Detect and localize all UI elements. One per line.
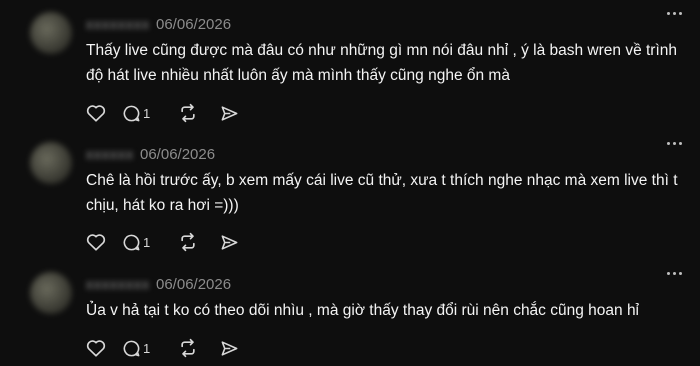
heart-icon [86, 340, 106, 357]
repost-icon [181, 103, 195, 123]
comment-header: xxxxxxxx 06/06/2026 [86, 12, 231, 36]
username[interactable]: xxxxxx [86, 146, 134, 162]
heart-icon [86, 234, 106, 251]
reply-button[interactable]: 1 [122, 104, 178, 123]
comment-text: Thấy live cũng được mà đâu có như những … [86, 42, 678, 84]
repost-button[interactable] [178, 338, 220, 358]
reply-count: 1 [143, 105, 151, 121]
comment-header: xxxxxxxx 06/06/2026 [86, 272, 231, 296]
comment-date: 06/06/2026 [156, 15, 232, 33]
comment-text: Chê là hồi trước ấy, b xem mấy cái live … [86, 172, 678, 214]
comment-text: Ủa v hả tại t ko có theo dõi nhìu , mà g… [86, 302, 640, 319]
username[interactable]: xxxxxxxx [86, 276, 150, 292]
comment-bubble-icon [123, 340, 140, 356]
share-button[interactable] [220, 339, 250, 358]
send-icon [221, 340, 238, 356]
comment-bubble-icon [123, 105, 140, 121]
like-button[interactable] [86, 233, 122, 251]
send-icon [221, 234, 238, 250]
comment-bubble-icon [123, 234, 140, 250]
action-bar: 1 [86, 103, 250, 123]
heart-icon [86, 105, 106, 122]
comment-item: xxxxxxxx 06/06/2026 Thấy live cũng được … [0, 12, 700, 130]
avatar[interactable] [30, 272, 72, 314]
like-button[interactable] [86, 339, 122, 357]
reply-button[interactable]: 1 [122, 233, 178, 252]
repost-icon [181, 338, 195, 358]
share-button[interactable] [220, 233, 250, 252]
share-button[interactable] [220, 104, 250, 123]
repost-icon [181, 232, 195, 252]
reply-count: 1 [143, 340, 151, 356]
like-button[interactable] [86, 104, 122, 122]
reply-count: 1 [143, 234, 151, 250]
username[interactable]: xxxxxxxx [86, 16, 150, 32]
repost-button[interactable] [178, 103, 220, 123]
action-bar: 1 [86, 232, 250, 252]
avatar[interactable] [30, 12, 72, 54]
comment-date: 06/06/2026 [156, 275, 232, 293]
avatar[interactable] [30, 142, 72, 184]
more-dots-icon[interactable] [667, 12, 682, 15]
action-bar: 1 [86, 338, 250, 358]
more-dots-icon[interactable] [667, 272, 682, 275]
more-dots-icon[interactable] [667, 142, 682, 145]
comment-item: xxxxxx 06/06/2026 Chê là hồi trước ấy, b… [0, 142, 700, 260]
reply-button[interactable]: 1 [122, 339, 178, 358]
repost-button[interactable] [178, 232, 220, 252]
comment-item: xxxxxxxx 06/06/2026 Ủa v hả tại t ko có … [0, 272, 700, 366]
send-icon [221, 105, 238, 121]
comment-header: xxxxxx 06/06/2026 [86, 142, 215, 166]
comment-date: 06/06/2026 [140, 145, 216, 163]
